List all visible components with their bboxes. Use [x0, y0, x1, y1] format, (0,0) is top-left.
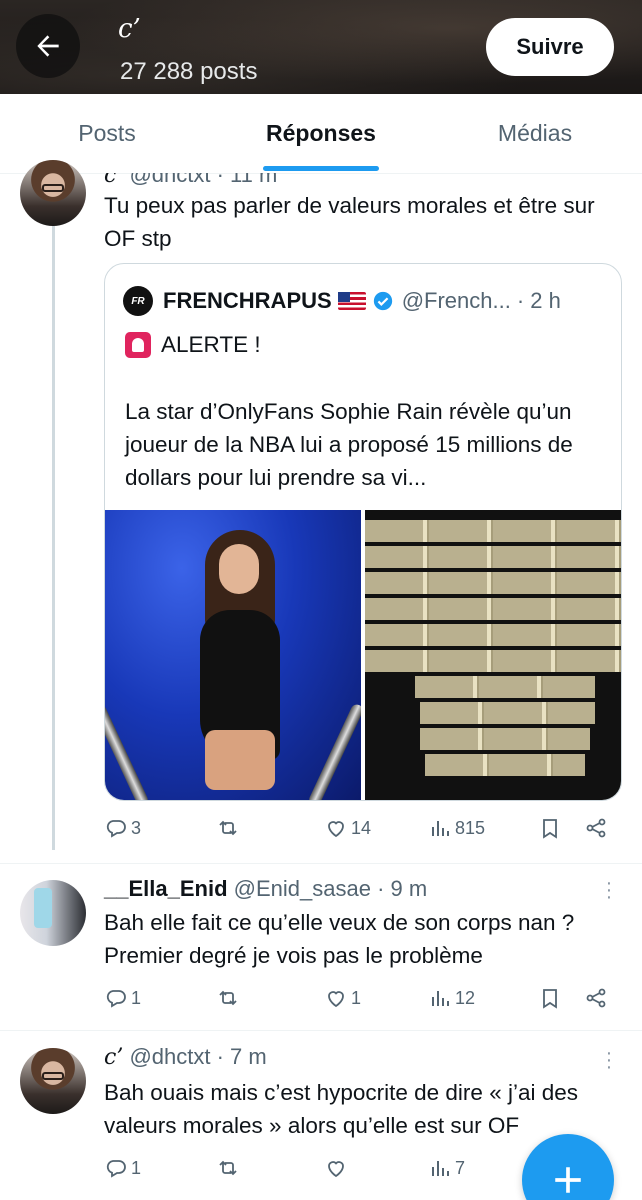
reply-count: 3	[131, 817, 142, 838]
like-button[interactable]: 1	[324, 986, 361, 1010]
us-flag-icon	[337, 292, 366, 310]
quote-text: La star d’OnlyFans Sophie Rain révèle qu…	[125, 399, 573, 490]
heart-icon	[328, 991, 344, 1008]
reply-count: 1	[131, 987, 142, 1008]
bookmark-icon	[543, 819, 557, 839]
post-count: 27 288 posts	[120, 58, 258, 85]
heart-icon	[328, 821, 344, 838]
frenchrapus-logo-icon: FR	[123, 286, 153, 316]
tweet-meta: c’ @dhctxt · 7 m	[104, 1044, 267, 1070]
quote-image-pool[interactable]	[105, 510, 361, 800]
quoted-tweet[interactable]: FR FRENCHRAPUS @French... · 2 h ALERTE !…	[104, 263, 622, 801]
retweet-icon	[219, 990, 237, 1006]
tweet-actions: 1 1 12	[104, 986, 614, 1016]
reply-count: 1	[131, 1157, 142, 1178]
share-button[interactable]	[584, 986, 611, 1010]
active-tab-indicator	[263, 166, 379, 171]
avatar[interactable]	[20, 160, 86, 226]
tweet-time[interactable]: · 9 m	[377, 876, 427, 901]
compose-button[interactable]	[522, 1134, 614, 1200]
heart-icon	[328, 1161, 344, 1178]
reply-button[interactable]: 1	[104, 1156, 141, 1180]
retweet-button[interactable]	[216, 1156, 243, 1180]
quote-image-money[interactable]	[365, 510, 621, 800]
quote-header: FR FRENCHRAPUS @French... · 2 h	[123, 286, 561, 316]
reply-icon	[106, 1160, 126, 1178]
bookmark-button[interactable]	[538, 816, 565, 840]
quote-author-name: FRENCHRAPUS	[163, 288, 332, 313]
quote-alert-line: ALERTE !	[125, 328, 261, 361]
share-icon	[586, 818, 606, 838]
verified-badge-icon	[373, 291, 392, 311]
profile-tabs: Posts Réponses Médias	[0, 94, 642, 174]
quote-handle: @French...	[401, 288, 511, 313]
like-count: 14	[351, 817, 372, 838]
rotating-light-icon	[125, 331, 151, 358]
tab-label: Posts	[78, 120, 136, 146]
like-count: 1	[351, 987, 362, 1008]
person-figure	[195, 530, 285, 790]
views-chart-icon	[432, 991, 449, 1006]
retweet-icon	[219, 820, 237, 836]
tab-media[interactable]: Médias	[428, 94, 642, 173]
share-button[interactable]	[584, 816, 611, 840]
avatar[interactable]	[20, 880, 86, 946]
views-button[interactable]: 7	[428, 1156, 465, 1180]
author-name[interactable]: c’	[104, 1045, 123, 1070]
like-button[interactable]	[324, 1156, 351, 1180]
reply-button[interactable]: 3	[104, 816, 141, 840]
author-handle[interactable]: @Enid_sasae	[234, 876, 371, 901]
retweet-icon	[219, 1160, 237, 1176]
views-chart-icon	[432, 1161, 449, 1176]
reply-icon	[106, 990, 126, 1008]
reply-button[interactable]: 1	[104, 986, 141, 1010]
tab-label: Médias	[497, 120, 573, 146]
tweet-time[interactable]: · 7 m	[217, 1044, 267, 1069]
more-options-icon[interactable]: · · ·	[604, 1043, 614, 1077]
tweet-meta: __Ella_Enid @Enid_sasae · 9 m	[104, 876, 427, 902]
views-button[interactable]: 12	[428, 986, 475, 1010]
tweet-text: Bah ouais mais c’est hypocrite de dire «…	[104, 1080, 578, 1138]
views-button[interactable]: 815	[428, 816, 485, 840]
retweet-button[interactable]	[216, 986, 243, 1010]
tweet-actions: 3 14 815	[104, 816, 614, 846]
arrow-left-icon	[37, 35, 59, 57]
tweet-text: Bah elle fait ce qu’elle veux de son cor…	[104, 910, 575, 968]
tab-replies[interactable]: Réponses	[214, 94, 428, 173]
bookmark-button[interactable]	[538, 986, 565, 1010]
author-name[interactable]: __Ella_Enid	[104, 876, 228, 901]
profile-header: c’ 27 288 posts Suivre	[0, 0, 642, 94]
profile-name: c’	[118, 14, 141, 44]
like-button[interactable]: 14	[324, 816, 371, 840]
thread-connector	[52, 225, 55, 850]
divider	[0, 863, 642, 864]
tab-label: Réponses	[266, 120, 376, 146]
share-icon	[586, 988, 606, 1008]
views-chart-icon	[432, 821, 449, 836]
back-button[interactable]	[16, 14, 80, 78]
more-options-icon[interactable]: · · ·	[604, 873, 614, 907]
views-count: 12	[455, 987, 476, 1008]
views-count: 7	[455, 1157, 466, 1178]
tab-posts[interactable]: Posts	[0, 94, 214, 173]
views-count: 815	[455, 817, 486, 838]
quote-alert-text: ALERTE !	[161, 332, 261, 357]
plus-icon	[555, 1167, 581, 1193]
follow-button[interactable]: Suivre	[486, 18, 614, 76]
quote-time: · 2 h	[516, 288, 561, 313]
divider	[0, 1030, 642, 1031]
reply-icon	[106, 820, 126, 838]
retweet-button[interactable]	[216, 816, 243, 840]
tweet-text: Tu peux pas parler de valeurs morales et…	[104, 193, 595, 251]
author-handle[interactable]: @dhctxt	[129, 1044, 210, 1069]
bookmark-icon	[543, 989, 557, 1009]
avatar[interactable]	[20, 1048, 86, 1114]
